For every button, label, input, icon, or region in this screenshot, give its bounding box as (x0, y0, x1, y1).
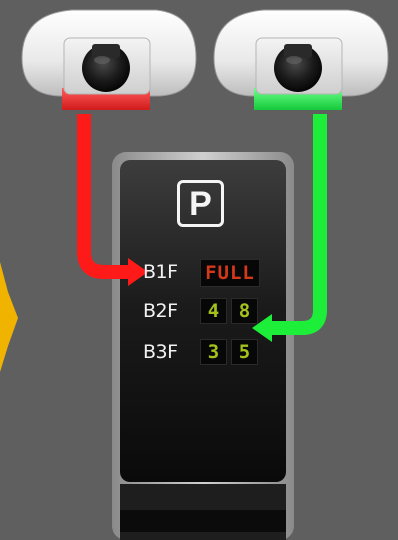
parking-symbol: P (189, 184, 212, 223)
level-label-b2f: B2F (143, 300, 178, 322)
level-b1f-status: FULL (200, 259, 260, 287)
side-marker (0, 262, 18, 372)
full-status-text: FULL (205, 262, 255, 284)
parking-scene (0, 9, 389, 540)
level-label-b1f: B1F (143, 261, 178, 283)
level-b3f-count: 3 5 (200, 339, 258, 365)
count-digit: 8 (231, 298, 258, 324)
count-digit: 4 (200, 298, 227, 324)
parking-p-icon: P (177, 180, 224, 227)
left-sensor (21, 9, 197, 110)
count-digit: 3 (200, 339, 227, 365)
count-digit: 5 (231, 339, 258, 365)
level-label-b3f: B3F (143, 341, 178, 363)
right-sensor (213, 9, 389, 110)
level-b2f-count: 4 8 (200, 298, 258, 324)
